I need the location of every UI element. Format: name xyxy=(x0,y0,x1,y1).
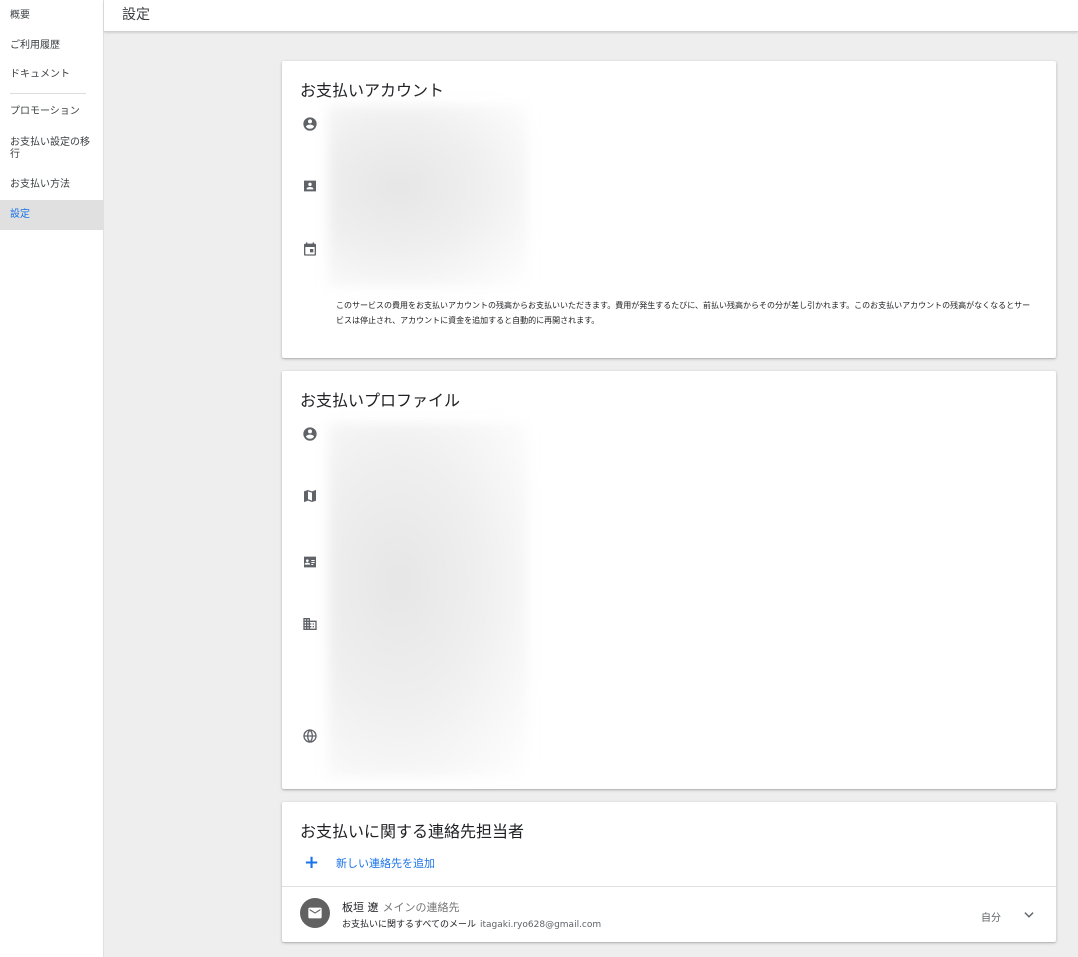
add-contact-label: 新しい連絡先を追加 xyxy=(336,857,435,870)
contact-email: itagaki.ryo628@gmail.com xyxy=(480,920,602,930)
account-circle-icon xyxy=(302,116,318,132)
sidebar-item-documents[interactable]: ドキュメント xyxy=(0,69,80,81)
sidebar-divider xyxy=(10,93,86,94)
contact-row[interactable]: 板垣 遼メインの連絡先 お支払いに関するすべてのメール itagaki.ryo62… xyxy=(282,887,1056,942)
sidebar-item-overview[interactable]: 概要 xyxy=(0,10,40,22)
sidebar-nav: 概要 ご利用履歴 ドキュメント プロモーション お支払い設定の移 行 お支払い方… xyxy=(0,0,104,957)
sidebar-item-promotions[interactable]: プロモーション xyxy=(0,106,90,118)
contact-name-line: 板垣 遼メインの連絡先 xyxy=(342,899,460,915)
map-icon xyxy=(302,488,318,504)
sidebar-item-settings[interactable]: 設定 xyxy=(0,200,103,230)
payment-profile-card: お支払いプロファイル xyxy=(282,371,1056,789)
redacted-account-details xyxy=(328,105,528,287)
plus-icon: + xyxy=(304,852,320,873)
billing-account-description: このサービスの費用をお支払いアカウントの残高からお支払いいただきます。費用が発生… xyxy=(336,301,1031,325)
billing-account-card: お支払いアカウント このサービスの費用をお支払いアカウントの残高からお支払いいた… xyxy=(282,61,1056,358)
billing-account-title: お支払いアカウント xyxy=(300,81,445,100)
sidebar-item-payment-settings-migration[interactable]: お支払い設定の移 行 xyxy=(0,137,104,161)
business-icon xyxy=(302,616,318,632)
contact-self-label: 自分 xyxy=(981,913,1001,924)
redacted-profile-details xyxy=(328,423,528,777)
globe-icon xyxy=(302,728,318,744)
payment-contacts-card: お支払いに関する連絡先担当者 + 新しい連絡先を追加 板垣 遼メインの連絡先 お… xyxy=(282,802,1056,942)
add-contact-button[interactable]: + 新しい連絡先を追加 xyxy=(304,854,435,872)
contact-card-icon xyxy=(302,178,318,194)
payment-contacts-title: お支払いに関する連絡先担当者 xyxy=(300,822,525,841)
contact-name: 板垣 遼 xyxy=(342,901,379,914)
page-title: 設定 xyxy=(122,7,150,23)
sidebar-item-payment-methods[interactable]: お支払い方法 xyxy=(0,179,80,191)
email-avatar-icon xyxy=(300,898,330,928)
contact-email-scope: お支払いに関するすべてのメール xyxy=(342,920,477,930)
id-card-icon xyxy=(302,554,318,570)
sidebar-item-usage-history[interactable]: ご利用履歴 xyxy=(0,40,70,52)
contact-role: メインの連絡先 xyxy=(382,901,460,914)
chevron-down-icon[interactable] xyxy=(1022,907,1036,921)
top-bar: 設定 xyxy=(104,0,1078,32)
contact-sub-line: お支払いに関するすべてのメール itagaki.ryo628@gmail.com xyxy=(342,917,601,930)
payment-profile-title: お支払いプロファイル xyxy=(300,391,461,410)
account-circle-icon xyxy=(302,426,318,442)
calendar-icon xyxy=(302,241,318,257)
